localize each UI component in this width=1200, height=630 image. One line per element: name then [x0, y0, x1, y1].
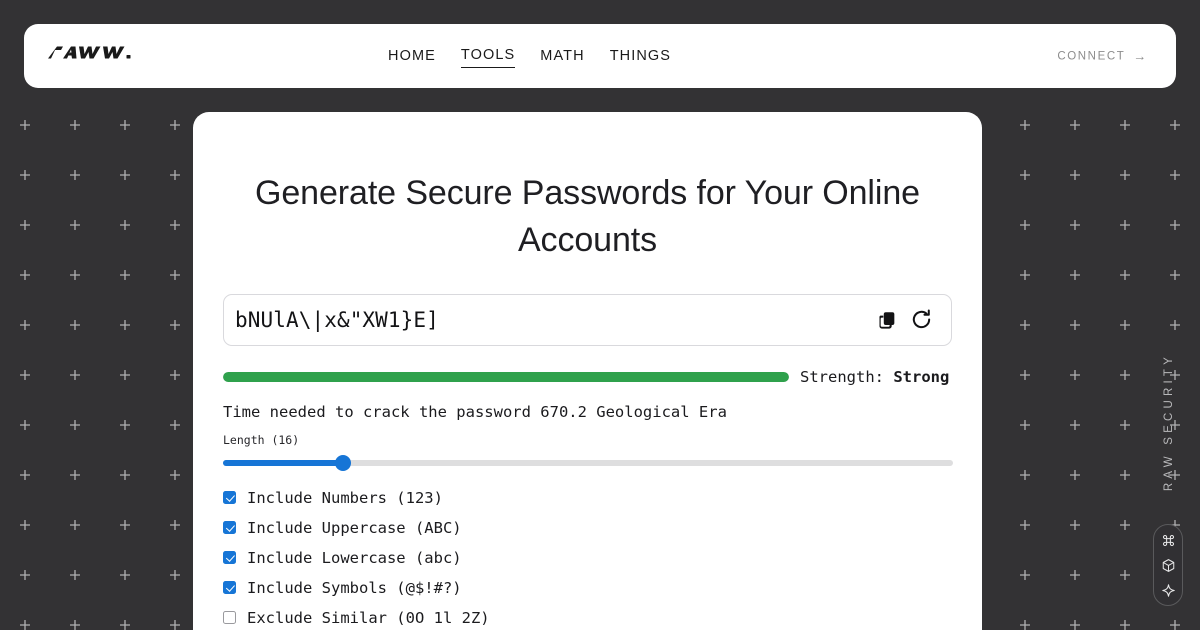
checkbox-icon[interactable]: [223, 491, 236, 505]
checkbox-icon[interactable]: [223, 521, 236, 535]
strength-bar-fill: [223, 371, 789, 382]
checkbox-icon[interactable]: [223, 551, 236, 565]
password-generator-card: Generate Secure Passwords for Your Onlin…: [193, 112, 982, 630]
option-label: Exclude Similar (0O 1l 2Z): [247, 608, 490, 627]
copy-button[interactable]: [876, 309, 898, 331]
option-exclude-similar[interactable]: Exclude Similar (0O 1l 2Z): [223, 607, 952, 629]
connect-label: CONNECT: [1057, 50, 1126, 62]
strength-label: Strength: Strong: [800, 368, 949, 386]
option-include-symbols[interactable]: Include Symbols (@$!#?): [223, 577, 952, 599]
connect-link[interactable]: CONNECT →: [1057, 50, 1148, 63]
length-control: Length (16): [223, 432, 953, 471]
strength-value: Strong: [893, 367, 950, 386]
top-navigation-bar: HOME TOOLS MATH THINGS CONNECT →: [24, 24, 1176, 88]
refresh-icon: [912, 309, 931, 329]
floating-dock[interactable]: [1153, 524, 1183, 606]
copy-icon: [879, 312, 895, 329]
generator-body: bNUlA\|x&"XW1}E] Strength: Strong Time n…: [223, 264, 953, 630]
option-include-lowercase[interactable]: Include Lowercase (abc): [223, 547, 952, 569]
vertical-brand-label: RAW SECURITY: [1152, 338, 1186, 506]
password-field[interactable]: bNUlA\|x&"XW1}E]: [223, 293, 952, 346]
option-label: Include Symbols (@$!#?): [247, 578, 462, 597]
length-label: Length (16): [223, 432, 300, 447]
strength-indicator: Strength: Strong: [223, 368, 952, 386]
length-slider[interactable]: [223, 454, 953, 471]
page-title: Generate Secure Passwords for Your Onlin…: [255, 174, 920, 259]
brand-logo[interactable]: [48, 43, 132, 70]
password-output-text[interactable]: bNUlA\|x&"XW1}E]: [224, 308, 876, 332]
nav-item-things[interactable]: THINGS: [610, 45, 671, 68]
slider-thumb[interactable]: [335, 454, 352, 471]
raw-wordmark-icon: [48, 46, 131, 59]
nav-item-math[interactable]: MATH: [540, 45, 584, 68]
option-label: Include Uppercase (ABC): [247, 518, 462, 537]
checkbox-icon[interactable]: [223, 611, 236, 625]
slider-fill: [223, 459, 344, 466]
checkbox-icon[interactable]: [223, 581, 236, 595]
crack-time-text: Time needed to crack the password 670.2 …: [223, 402, 727, 421]
password-field-actions: [876, 308, 951, 331]
vertical-brand-text: RAW SECURITY: [1163, 352, 1175, 492]
cube-icon[interactable]: [1161, 558, 1176, 573]
options-list: Include Numbers (123) Include Uppercase …: [223, 487, 952, 630]
main-nav: HOME TOOLS MATH THINGS: [388, 24, 671, 88]
sparkle-icon[interactable]: [1161, 583, 1176, 598]
nav-item-home[interactable]: HOME: [388, 45, 436, 68]
strength-bar-track: [223, 371, 789, 382]
arrow-right-icon: →: [1133, 48, 1148, 64]
option-include-uppercase[interactable]: Include Uppercase (ABC): [223, 517, 952, 539]
option-include-numbers[interactable]: Include Numbers (123): [223, 487, 952, 509]
strength-prefix: Strength:: [800, 367, 894, 386]
command-icon[interactable]: [1161, 533, 1176, 548]
nav-item-tools[interactable]: TOOLS: [460, 44, 516, 68]
regenerate-button[interactable]: [910, 308, 933, 331]
option-label: Include Lowercase (abc): [247, 548, 462, 567]
option-label: Include Numbers (123): [247, 488, 443, 507]
